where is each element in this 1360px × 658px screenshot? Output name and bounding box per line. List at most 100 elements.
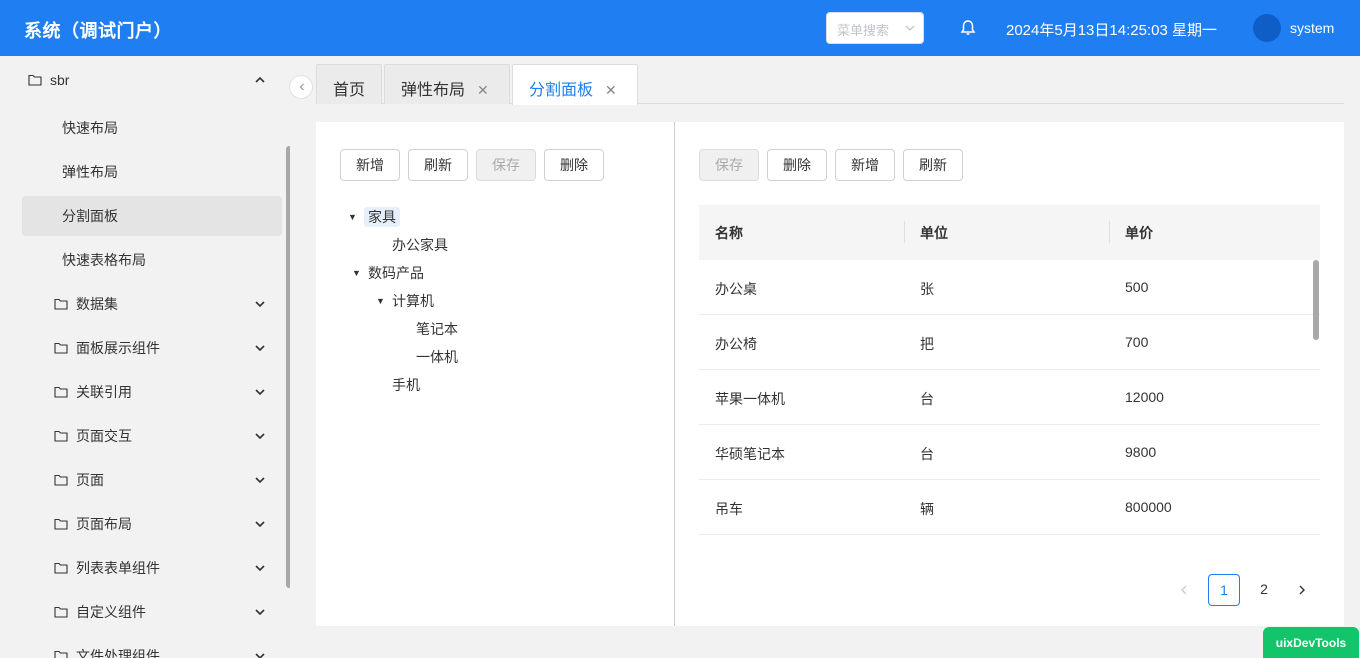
column-header-price[interactable]: 单价	[1125, 223, 1153, 243]
table-row[interactable]: 办公椅 把 700	[699, 315, 1320, 370]
save-button[interactable]: 保存	[699, 149, 759, 181]
tree-node-laptop[interactable]: 笔记本	[416, 317, 458, 341]
sidebar-group-page-interaction[interactable]: 页面交互	[0, 416, 290, 456]
devtools-button[interactable]: uixDevTools	[1263, 627, 1359, 658]
caret-down-icon[interactable]: ▼	[352, 261, 361, 285]
sidebar-item-sbr[interactable]: sbr	[0, 60, 290, 100]
sidebar-group-list-form[interactable]: 列表表单组件	[0, 548, 290, 588]
sidebar-group-dataset[interactable]: 数据集	[0, 284, 290, 324]
tree-node-label: 笔记本	[416, 321, 458, 337]
column-header-name[interactable]: 名称	[715, 223, 743, 243]
sidebar-scrollbar[interactable]	[286, 146, 290, 588]
username[interactable]: system	[1290, 20, 1334, 36]
cell-unit: 台	[920, 446, 934, 462]
chevron-down-icon	[255, 609, 265, 616]
column-divider	[1109, 221, 1110, 243]
menu-search-select[interactable]: 菜单搜索	[826, 12, 924, 44]
sidebar-group-panel-display[interactable]: 面板展示组件	[0, 328, 290, 368]
tab-label: 弹性布局	[401, 82, 466, 99]
chevron-down-icon	[255, 389, 265, 396]
tree-node-label: 手机	[392, 377, 420, 393]
tab-home[interactable]: 首页	[316, 64, 382, 104]
sidebar-item-quick-layout[interactable]: 快速布局	[0, 108, 290, 148]
tree-node-label: 数码产品	[368, 265, 424, 281]
caret-down-icon[interactable]: ▼	[348, 205, 357, 229]
chevron-down-icon	[905, 25, 915, 31]
refresh-button[interactable]: 刷新	[408, 149, 468, 181]
tab-split-panel[interactable]: 分割面板 ✕	[512, 64, 638, 105]
tree-node-phone[interactable]: 手机	[392, 373, 420, 397]
tree-node-all-in-one[interactable]: 一体机	[416, 345, 458, 369]
sidebar-item-flex-layout[interactable]: 弹性布局	[0, 152, 290, 192]
sidebar-item-label: 弹性布局	[62, 164, 118, 180]
table-row-partial[interactable]	[699, 535, 1320, 557]
top-header: 系统（调试门户） 菜单搜索 2024年5月13日14:25:03 星期一 sys…	[0, 0, 1360, 56]
table-row[interactable]: 华硕笔记本 台 9800	[699, 425, 1320, 480]
page-button-1[interactable]: 1	[1208, 574, 1240, 606]
tree-node-digital-products[interactable]: ▼ 数码产品	[352, 261, 424, 285]
app-title: 系统（调试门户）	[24, 21, 172, 41]
sidebar-group-label: 页面	[76, 472, 104, 488]
table-row[interactable]: 吊车 辆 800000	[699, 480, 1320, 535]
sidebar-group-reference[interactable]: 关联引用	[0, 372, 290, 412]
chevron-down-icon	[255, 477, 265, 484]
sidebar-group-custom[interactable]: 自定义组件	[0, 592, 290, 632]
column-header-unit[interactable]: 单位	[920, 223, 948, 243]
sidebar-item-label: 快速布局	[62, 120, 118, 136]
prev-page-button[interactable]	[1172, 574, 1196, 606]
chevron-down-icon	[255, 433, 265, 440]
left-panel: 新增 刷新 保存 删除 ▼ 家具 办公家具 ▼ 数码产品 ▼ 计算机 笔记本 一…	[316, 122, 674, 626]
close-icon[interactable]: ✕	[605, 82, 617, 99]
tree-node-office-furniture[interactable]: 办公家具	[392, 233, 448, 257]
page-button-2[interactable]: 2	[1248, 574, 1280, 606]
caret-down-icon[interactable]: ▼	[376, 289, 385, 313]
cell-name: 苹果一体机	[715, 391, 785, 407]
chevron-down-icon	[255, 301, 265, 308]
table-row[interactable]: 苹果一体机 台 12000	[699, 370, 1320, 425]
folder-icon	[54, 562, 68, 574]
chevron-left-icon	[299, 83, 304, 91]
sidebar-item-split-panel[interactable]: 分割面板	[22, 196, 282, 236]
sidebar-group-page[interactable]: 页面	[0, 460, 290, 500]
cell-unit: 把	[920, 336, 934, 352]
sidebar-group-file-processing[interactable]: 文件处理组件	[0, 636, 290, 658]
avatar[interactable]	[1253, 14, 1281, 42]
tab-flex-layout[interactable]: 弹性布局 ✕	[384, 64, 510, 104]
table-row[interactable]: 办公桌 张 500	[699, 260, 1320, 315]
sidebar: sbr 快速布局 弹性布局 分割面板 快速表格布局 数据集 面板展示组件 关联引…	[0, 56, 290, 658]
cell-name: 办公椅	[715, 336, 757, 352]
sidebar-item-quick-table-layout[interactable]: 快速表格布局	[0, 240, 290, 280]
refresh-button[interactable]: 刷新	[903, 149, 963, 181]
delete-button[interactable]: 删除	[767, 149, 827, 181]
right-panel: 保存 删除 新增 刷新 名称 单位 单价 办公桌 张 500 办公椅 把 700…	[675, 122, 1344, 626]
delete-button[interactable]: 删除	[544, 149, 604, 181]
folder-icon	[54, 518, 68, 530]
tree-node-furniture[interactable]: ▼ 家具	[348, 205, 400, 229]
sidebar-group-label: 列表表单组件	[76, 560, 160, 576]
close-icon[interactable]: ✕	[477, 82, 489, 99]
chevron-up-icon	[255, 76, 265, 83]
table-scrollbar[interactable]	[1313, 260, 1319, 340]
cell-unit: 辆	[920, 501, 934, 517]
sidebar-group-page-layout[interactable]: 页面布局	[0, 504, 290, 544]
menu-search-placeholder: 菜单搜索	[837, 23, 890, 38]
chevron-left-icon	[1181, 585, 1187, 595]
sidebar-collapse-button[interactable]	[289, 75, 313, 99]
tab-bar: 首页 弹性布局 ✕ 分割面板 ✕	[316, 64, 1344, 105]
save-button[interactable]: 保存	[476, 149, 536, 181]
tree-node-label: 办公家具	[392, 237, 448, 253]
add-button[interactable]: 新增	[340, 149, 400, 181]
cell-price: 9800	[1125, 444, 1157, 460]
sidebar-item-label: 分割面板	[62, 208, 118, 224]
column-divider	[904, 221, 905, 243]
chevron-down-icon	[255, 521, 265, 528]
add-button[interactable]: 新增	[835, 149, 895, 181]
chevron-down-icon	[255, 345, 265, 352]
tree-node-computer[interactable]: ▼ 计算机	[376, 289, 434, 313]
sidebar-group-label: 文件处理组件	[76, 648, 160, 658]
folder-icon	[54, 430, 68, 442]
next-page-button[interactable]	[1290, 574, 1314, 606]
sidebar-group-label: 数据集	[76, 296, 118, 312]
bell-icon[interactable]	[959, 19, 977, 37]
folder-icon	[54, 298, 68, 310]
